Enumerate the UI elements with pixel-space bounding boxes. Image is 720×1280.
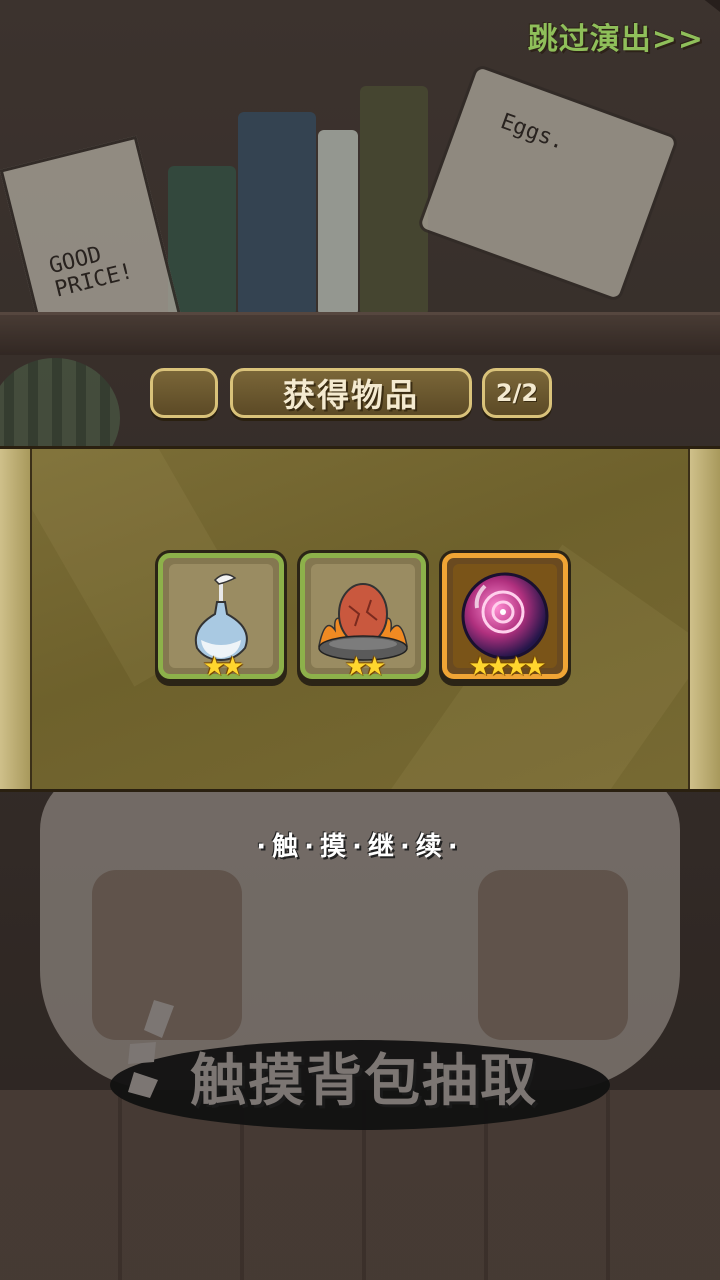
reward-title-bar: 获得物品 [230,368,472,418]
skip-cutscene-button[interactable]: 跳过演出>> [528,14,704,58]
reward-title: 获得物品 [282,376,419,414]
exclaim-marks-icon [128,1000,174,1098]
reward-item-slot[interactable]: ★★★★ [442,553,568,682]
touch-backpack-draw-hint: 触摸背包抽取 [190,1049,538,1114]
title-bar-left-ornament [150,368,218,418]
item-star-rating: ★★ [344,652,387,682]
fire-egg-item-icon [318,583,408,661]
reward-item-slot[interactable]: ★★ [158,553,284,682]
reward-panel[interactable]: ★★ ★★ ★★★★ [0,446,720,792]
reward-count-badge: 2/2 [482,368,552,418]
magic-orb-item-icon [461,572,549,660]
reward-count: 2/2 [495,379,539,407]
vase-item-icon [194,573,248,662]
panel-scroll-edge-left [0,449,32,789]
panel-scroll-edge-right [688,449,720,789]
item-star-rating: ★★ [202,652,245,682]
item-star-rating: ★★★★ [468,652,546,682]
reward-item-slot[interactable]: ★★ [300,553,426,682]
touch-to-continue-text[interactable]: ·触·摸·继·续· [0,826,720,863]
